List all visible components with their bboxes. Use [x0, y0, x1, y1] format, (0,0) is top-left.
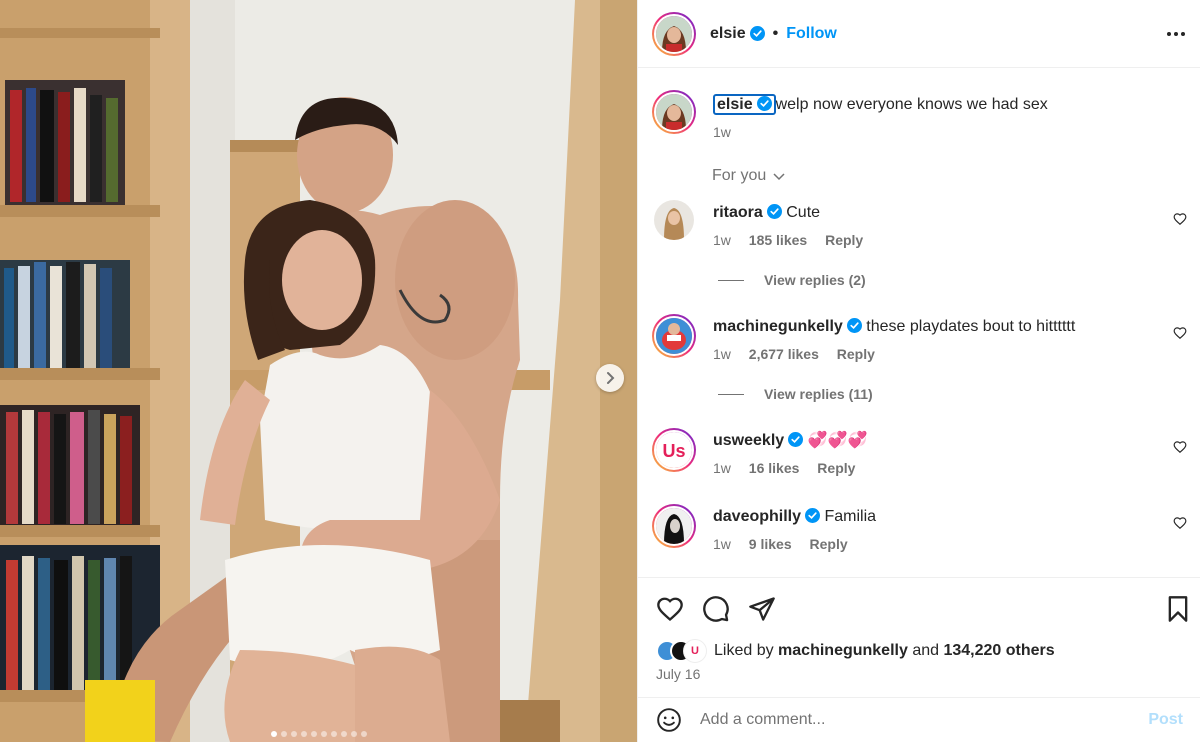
reply-button[interactable]: Reply [825, 232, 863, 248]
comment-username[interactable]: ritaora [713, 204, 763, 221]
sort-label: For you [712, 167, 767, 184]
verified-badge-icon [749, 26, 765, 41]
comment-username[interactable]: daveophilly [713, 508, 801, 525]
view-replies-button[interactable]: View replies (11) [718, 386, 873, 402]
pagination-dot [280, 731, 287, 737]
caption-text: welp now everyone knows we had sex [775, 96, 1048, 113]
comment-time: 1w [713, 460, 731, 476]
reply-button[interactable]: Reply [837, 346, 875, 362]
like-comment-icon[interactable] [1173, 440, 1187, 454]
reply-button[interactable]: Reply [810, 536, 848, 552]
liked-prefix: Liked by [714, 642, 774, 659]
more-options-icon[interactable] [1166, 24, 1186, 44]
comment-username[interactable]: usweekly [713, 432, 784, 449]
comment-likes[interactable]: 16 likes [749, 460, 800, 476]
comment-time: 1w [713, 232, 731, 248]
comment-likes[interactable]: 9 likes [749, 536, 792, 552]
comment-item: machinegunkelly these playdates bout to … [652, 314, 1187, 404]
like-comment-icon[interactable] [1173, 212, 1187, 226]
commenter-avatar[interactable] [654, 200, 694, 240]
liked-by-avatars: U [656, 640, 706, 662]
comments-list[interactable]: elsie welp now everyone knows we had sex … [638, 69, 1200, 576]
pagination-dot [360, 731, 367, 737]
comment-text: Familia [824, 508, 877, 525]
add-comment-bar: Post [638, 697, 1200, 742]
caption-username[interactable]: elsie [717, 96, 753, 113]
comment-time: 1w [713, 346, 731, 362]
comment-likes[interactable]: 2,677 likes [749, 346, 819, 362]
author-username[interactable]: elsie [710, 25, 746, 43]
comment-text: Cute [786, 204, 821, 221]
comment-sort-dropdown[interactable]: For you [712, 167, 786, 185]
comment-username[interactable]: machinegunkelly [713, 318, 843, 335]
comment-item: daveophilly Familia 1w 9 likes Reply [652, 504, 1187, 564]
commenter-avatar[interactable]: Us [652, 428, 696, 472]
liked-user[interactable]: machinegunkelly [778, 642, 908, 659]
comment-input[interactable] [700, 711, 1149, 729]
avatar-image [654, 200, 694, 240]
view-replies-label: View replies (11) [764, 386, 873, 402]
comment-text: these playdates bout to hitttttt [866, 318, 1076, 335]
post-header: elsie • Follow [638, 0, 1200, 68]
post-date[interactable]: July 16 [656, 666, 700, 682]
chevron-right-icon [607, 372, 615, 384]
save-bookmark-icon[interactable] [1164, 595, 1192, 623]
comment-item: ritaora Cute 1w 185 likes Reply View rep… [652, 200, 1187, 290]
pagination-dot [300, 731, 307, 737]
avatar-image [656, 15, 692, 52]
liked-and: and [912, 642, 940, 659]
view-replies-button[interactable]: View replies (2) [718, 272, 866, 288]
like-comment-icon[interactable] [1173, 516, 1187, 530]
pagination-dot [320, 731, 327, 737]
post-side-panel: elsie • Follow elsie welp now everyone k… [637, 0, 1200, 742]
verified-badge-icon [766, 204, 782, 219]
pagination-dot [340, 731, 347, 737]
post-comment-button[interactable]: Post [1148, 711, 1183, 729]
reply-button[interactable]: Reply [817, 460, 855, 476]
comment-time: 1w [713, 536, 731, 552]
pagination-dot [330, 731, 337, 737]
emoji-icon[interactable] [656, 707, 682, 733]
share-paper-plane-icon[interactable] [748, 595, 776, 623]
avatar-image: Us [656, 432, 692, 468]
avatar-image [656, 318, 692, 354]
avatar-image [656, 508, 692, 544]
verified-badge-icon [846, 318, 862, 333]
verified-badge-icon [805, 508, 821, 523]
pagination-dot [350, 731, 357, 737]
like-comment-icon[interactable] [1173, 326, 1187, 340]
verified-badge-icon [788, 432, 804, 447]
commenter-avatar[interactable] [652, 314, 696, 358]
author-avatar[interactable] [652, 11, 696, 56]
post-actions: U Liked by machinegunkelly and 134,220 o… [638, 577, 1200, 697]
avatar-image [656, 94, 692, 130]
liked-others[interactable]: 134,220 others [943, 642, 1054, 659]
svg-text:Us: Us [662, 441, 685, 461]
like-heart-icon[interactable] [656, 595, 684, 623]
photo-pagination [0, 731, 637, 737]
comment-text: 💞💞💞 [807, 432, 868, 449]
pagination-dot [270, 731, 277, 737]
follow-button[interactable]: Follow [786, 25, 837, 43]
commenter-avatar[interactable] [652, 504, 696, 548]
photo-scene [0, 0, 637, 742]
chevron-down-icon [773, 173, 785, 181]
comment-item: Us usweekly 💞💞💞 1w 16 likes Reply [652, 428, 1187, 488]
pagination-dot [310, 731, 317, 737]
post-caption: elsie welp now everyone knows we had sex … [652, 90, 1187, 170]
comment-likes[interactable]: 185 likes [749, 232, 807, 248]
pagination-dot [290, 731, 297, 737]
comment-bubble-icon[interactable] [702, 595, 730, 623]
verified-badge-icon [756, 96, 772, 111]
view-replies-label: View replies (2) [764, 272, 866, 288]
next-photo-button[interactable] [596, 364, 624, 392]
post-photo[interactable] [0, 0, 637, 742]
caption-avatar[interactable] [652, 90, 696, 134]
caption-time: 1w [713, 124, 731, 140]
likes-summary[interactable]: U Liked by machinegunkelly and 134,220 o… [656, 640, 1055, 662]
separator-dot: • [772, 24, 779, 42]
